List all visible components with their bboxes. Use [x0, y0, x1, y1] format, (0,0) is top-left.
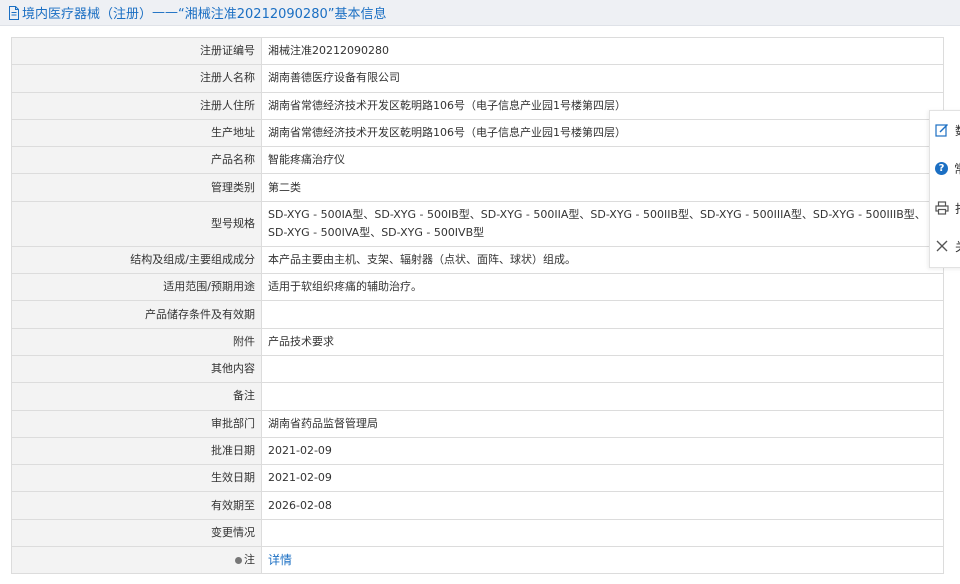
close-icon: [936, 240, 948, 252]
field-label: 适用范围/预期用途: [11, 273, 262, 302]
table-row: 产品储存条件及有效期: [11, 300, 944, 329]
note-label-cell: 注: [11, 546, 262, 575]
help-icon: ?: [935, 161, 948, 175]
field-value: 湖南省常德经济技术开发区乾明路106号（电子信息产业园1号楼第四层）: [261, 91, 944, 120]
field-label: 生效日期: [11, 464, 262, 493]
field-label: 注册人住所: [11, 91, 262, 120]
side-toolbar: 数 ? 常 打 关: [929, 110, 960, 268]
field-value: 2021-02-09: [261, 464, 944, 493]
print-label: 打: [955, 200, 960, 217]
table-row: 结构及组成/主要组成成分 本产品主要由主机、支架、辐射器（点状、面阵、球状）组成。: [11, 245, 944, 275]
table-row: 其他内容: [11, 354, 944, 384]
table-row: 注册人名称 湖南善德医疗设备有限公司: [11, 64, 944, 93]
table-row: 注册人住所 湖南省常德经济技术开发区乾明路106号（电子信息产业园1号楼第四层）: [11, 91, 944, 120]
category-breadcrumb[interactable]: 境内医疗器械（注册）: [22, 3, 152, 22]
note-row: 注 详情: [11, 546, 944, 575]
field-label: 有效期至: [11, 491, 262, 520]
field-value: 适用于软组织疼痛的辅助治疗。: [261, 273, 944, 302]
table-row: 附件 产品技术要求: [11, 327, 944, 356]
field-value: 第二类: [261, 173, 944, 202]
edit-icon: [935, 124, 948, 137]
field-value: 本产品主要由主机、支架、辐射器（点状、面阵、球状）组成。: [261, 245, 944, 275]
field-value: 湖南省药品监督管理局: [261, 409, 944, 438]
field-label: 其他内容: [11, 354, 262, 384]
note-value-cell: 详情: [261, 546, 944, 575]
field-value: 湘械注准20212090280: [261, 36, 944, 66]
field-value: 产品技术要求: [261, 327, 944, 356]
record-title: “湘械注准20212090280”基本信息: [178, 7, 387, 22]
pin-icon: [235, 556, 242, 564]
feedback-label: 数: [955, 122, 960, 139]
header-bar: 境内医疗器械（注册） —— “湘械注准20212090280”基本信息: [0, 0, 960, 26]
field-value: 2026-02-08: [261, 491, 944, 520]
table-row: 生产地址 湖南省常德经济技术开发区乾明路106号（电子信息产业园1号楼第四层）: [11, 118, 944, 148]
field-value: [261, 300, 944, 329]
field-label: 批准日期: [11, 436, 262, 466]
title-separator: ——: [152, 5, 179, 20]
field-label: 产品储存条件及有效期: [11, 300, 262, 329]
table-row: 审批部门 湖南省药品监督管理局: [11, 409, 944, 438]
print-icon: [935, 201, 949, 215]
field-label: 变更情况: [11, 518, 262, 548]
table-row: 生效日期 2021-02-09: [11, 464, 944, 493]
details-link[interactable]: 详情: [268, 553, 292, 567]
table-row: 管理类别 第二类: [11, 173, 944, 202]
feedback-button[interactable]: 数: [930, 115, 960, 145]
table-row: 注册证编号 湘械注准20212090280: [11, 36, 944, 66]
table-row: 适用范围/预期用途 适用于软组织疼痛的辅助治疗。: [11, 273, 944, 302]
field-label: 备注: [11, 382, 262, 411]
table-row: 备注: [11, 382, 944, 411]
field-label: 产品名称: [11, 146, 262, 175]
field-value: [261, 382, 944, 411]
field-label: 审批部门: [11, 409, 262, 438]
field-value: 2021-02-09: [261, 436, 944, 466]
close-button[interactable]: 关: [930, 231, 960, 261]
field-value: [261, 354, 944, 384]
field-value: 智能疼痛治疗仪: [261, 146, 944, 175]
table-row: 产品名称 智能疼痛治疗仪: [11, 146, 944, 175]
faq-label: 常: [954, 160, 960, 177]
field-label: 注册人名称: [11, 64, 262, 93]
print-button[interactable]: 打: [930, 193, 960, 223]
field-value: SD-XYG - 500IA型、SD-XYG - 500IB型、SD-XYG -…: [261, 200, 944, 247]
close-label: 关: [955, 238, 960, 255]
field-value: [261, 518, 944, 548]
field-label: 注册证编号: [11, 36, 262, 66]
field-label: 型号规格: [11, 200, 262, 247]
field-label: 管理类别: [11, 173, 262, 202]
note-label: 注: [244, 553, 255, 567]
faq-button[interactable]: ? 常: [930, 153, 960, 183]
table-row: 有效期至 2026-02-08: [11, 491, 944, 520]
page-title: 境内医疗器械（注册） —— “湘械注准20212090280”基本信息: [8, 3, 386, 22]
field-value: 湖南善德医疗设备有限公司: [261, 64, 944, 93]
document-icon: [9, 5, 19, 20]
table-row: 批准日期 2021-02-09: [11, 436, 944, 466]
field-label: 附件: [11, 327, 262, 356]
table-row: 型号规格 SD-XYG - 500IA型、SD-XYG - 500IB型、SD-X…: [11, 200, 944, 247]
table-row: 变更情况: [11, 518, 944, 548]
field-label: 结构及组成/主要组成成分: [11, 245, 262, 275]
field-label: 生产地址: [11, 118, 262, 148]
info-table: 注册证编号 湘械注准20212090280 注册人名称 湖南善德医疗设备有限公司 注…: [11, 36, 944, 575]
field-value: 湖南省常德经济技术开发区乾明路106号（电子信息产业园1号楼第四层）: [261, 118, 944, 148]
